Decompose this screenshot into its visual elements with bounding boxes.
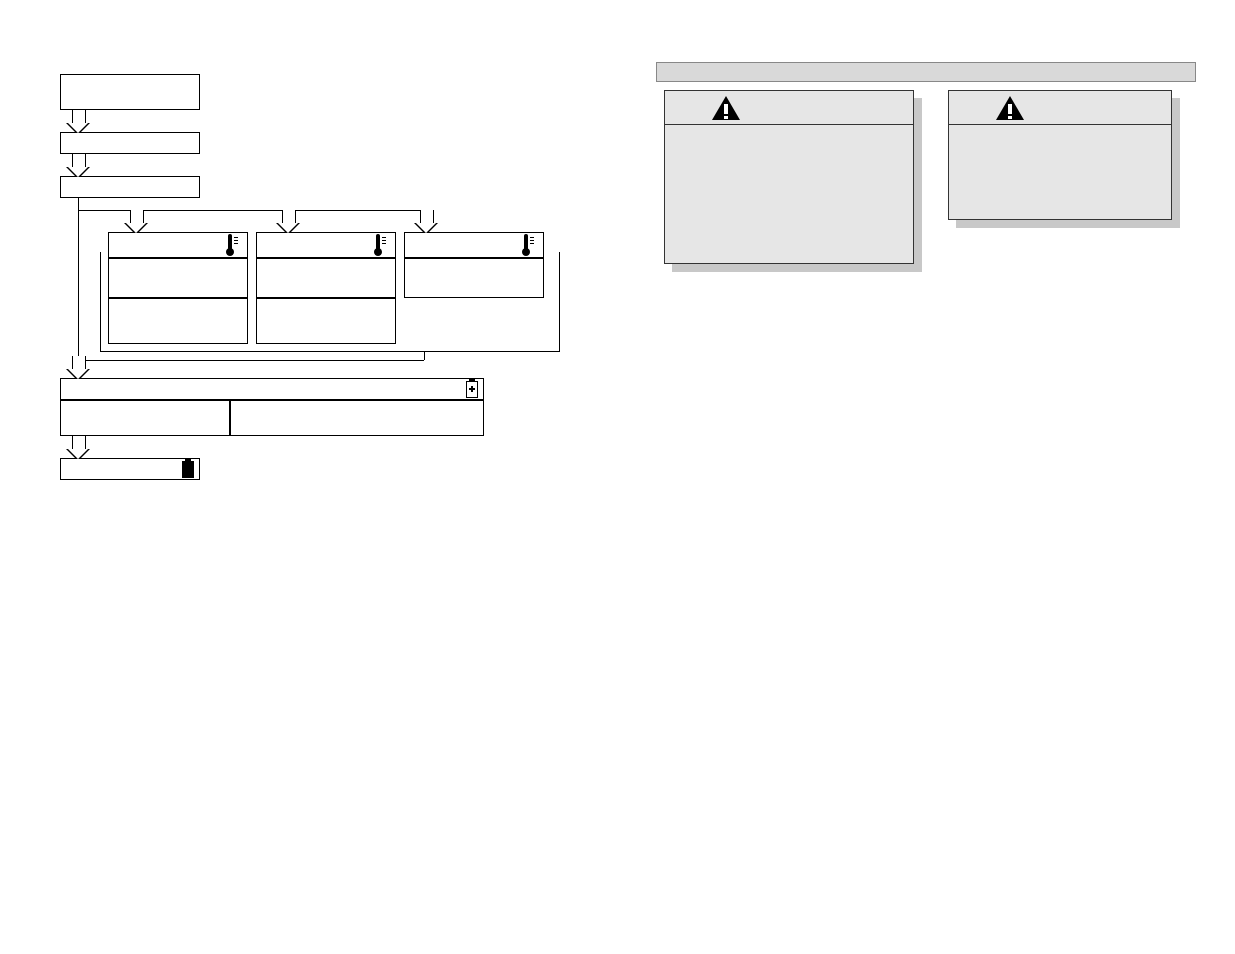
branch-1-row-2 — [108, 298, 248, 344]
flow-step-2 — [60, 132, 200, 154]
connector-line — [424, 352, 425, 360]
section-header-bar — [656, 62, 1196, 82]
arrow-down-icon — [278, 210, 298, 234]
thermometer-icon — [225, 234, 239, 256]
arrow-down-icon — [68, 154, 88, 178]
flow-wide-bottom-right — [230, 400, 484, 436]
arrow-down-icon — [68, 356, 88, 380]
arrow-down-icon — [126, 210, 146, 234]
warning-panel-2 — [948, 90, 1172, 220]
arrow-down-icon — [68, 436, 88, 460]
warning-panel-1 — [664, 90, 914, 264]
branch-3-row-1 — [404, 258, 544, 298]
warning-icon — [712, 96, 740, 120]
connector-line — [78, 360, 424, 361]
branch-1-row-1 — [108, 258, 248, 298]
flow-wide-bottom-left — [60, 400, 230, 436]
warning-panel-2-body — [949, 125, 1171, 219]
warning-panel-1-body — [665, 125, 913, 263]
branch-2-row-1 — [256, 258, 396, 298]
flow-step-3 — [60, 176, 200, 198]
warning-panel-2-header — [949, 91, 1171, 125]
battery-full-icon — [182, 458, 194, 478]
connector-line — [78, 198, 79, 368]
flow-step-1 — [60, 74, 200, 110]
flow-wide-top — [60, 378, 484, 400]
battery-outline-icon — [466, 378, 478, 398]
arrow-down-icon — [416, 210, 436, 234]
thermometer-icon — [373, 234, 387, 256]
warning-panel-1-header — [665, 91, 913, 125]
branch-2-row-2 — [256, 298, 396, 344]
thermometer-icon — [521, 234, 535, 256]
flow-final — [60, 458, 200, 480]
arrow-down-icon — [68, 110, 88, 134]
warning-icon — [996, 96, 1024, 120]
